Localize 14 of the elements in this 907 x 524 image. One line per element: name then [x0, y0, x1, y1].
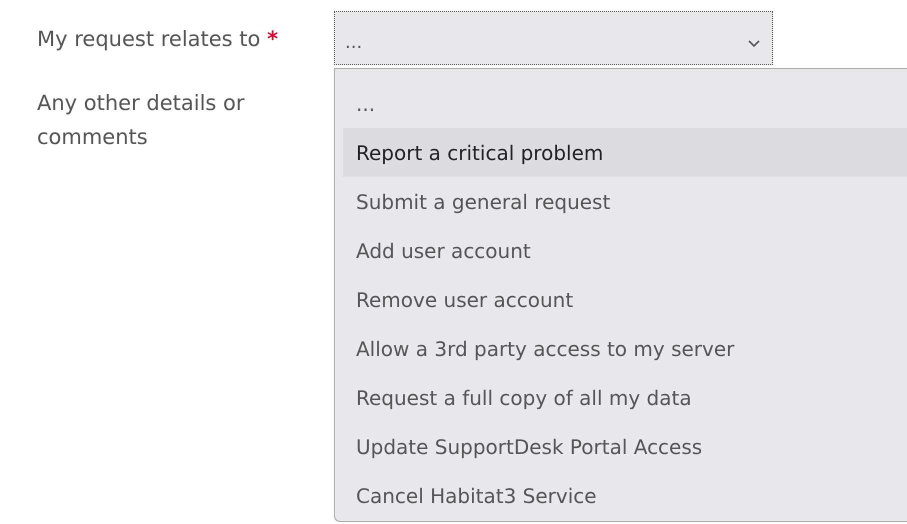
dropdown-option[interactable]: ...	[343, 79, 907, 128]
dropdown-option[interactable]: Allow a 3rd party access to my server	[343, 324, 907, 373]
field-label: Any other details or comments	[37, 91, 245, 149]
field-label: My request relates to	[37, 27, 260, 51]
required-mark: *	[267, 27, 278, 51]
dropdown-option[interactable]: Remove user account	[343, 275, 907, 324]
dropdown-option[interactable]: Request a full copy of all my data	[343, 373, 907, 422]
dropdown-option[interactable]: Report a critical problem	[343, 128, 907, 177]
dropdown-option[interactable]: Cancel Habitat3 Service	[343, 471, 907, 520]
chevron-down-icon	[748, 40, 760, 48]
dropdown-option[interactable]: Add user account	[343, 226, 907, 275]
dropdown-option[interactable]: Submit a general request	[343, 177, 907, 226]
dropdown-option[interactable]: Update SupportDesk Portal Access	[343, 422, 907, 471]
request-select[interactable]: ...	[334, 11, 773, 65]
